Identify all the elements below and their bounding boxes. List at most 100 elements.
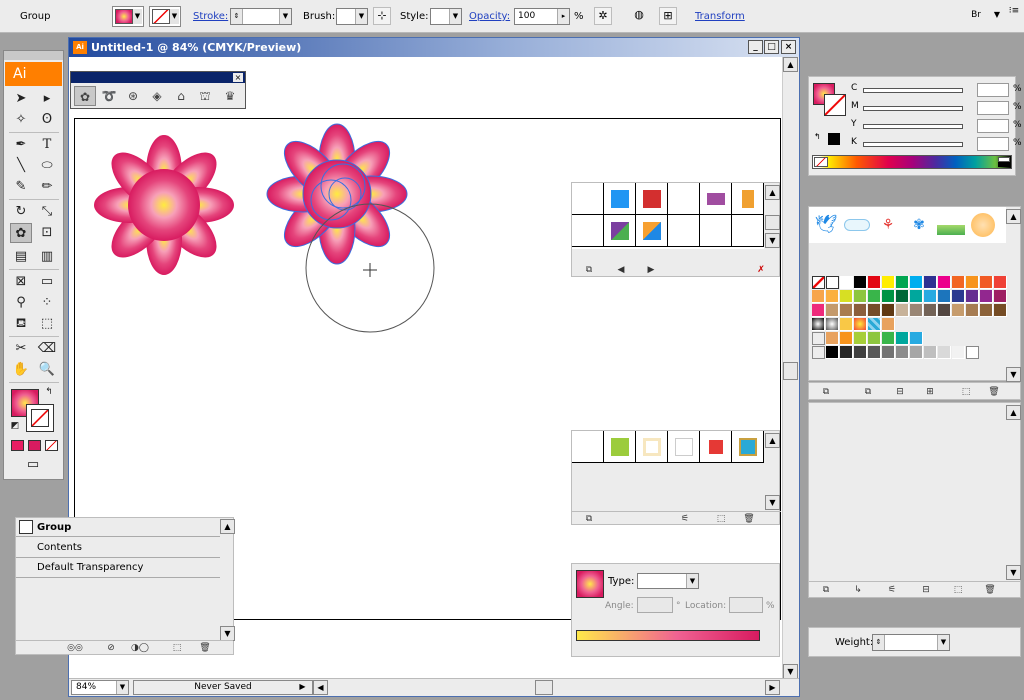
horizontal-scroll-thumb[interactable]	[535, 680, 553, 695]
zoom-field[interactable]: 84% ▼	[71, 680, 129, 695]
black-swatch[interactable]	[998, 162, 1010, 167]
swatch[interactable]	[966, 304, 979, 317]
appearance-header[interactable]: Group	[16, 518, 220, 537]
swatch[interactable]	[896, 332, 909, 345]
tools-title-bar[interactable]	[4, 51, 63, 60]
angle-field[interactable]	[637, 597, 673, 613]
swatch[interactable]	[826, 290, 839, 303]
scroll-right-icon[interactable]: ▶	[765, 680, 780, 695]
swatch[interactable]	[952, 290, 965, 303]
swatch[interactable]	[910, 304, 923, 317]
chevron-right-icon[interactable]: ▸	[557, 9, 569, 24]
swatch[interactable]	[924, 276, 937, 289]
ellipse-tool-icon[interactable]: ⬭	[36, 156, 58, 176]
bird-symbol-icon[interactable]: 🕊	[813, 213, 839, 237]
swatch[interactable]	[854, 304, 867, 317]
screen-mode-icon[interactable]: ▭	[22, 455, 44, 475]
style-cell[interactable]	[668, 431, 700, 463]
scroll-thumb[interactable]	[765, 215, 780, 230]
graph-tool-icon[interactable]: ▥	[36, 247, 58, 267]
duplicate-item-icon[interactable]: ⬚	[168, 641, 186, 655]
new-symbol-icon[interactable]: ⬚	[949, 583, 967, 597]
transform-link[interactable]: Transform	[695, 11, 745, 22]
scroll-left-icon[interactable]: ◀	[313, 680, 328, 695]
direct-selection-tool-icon[interactable]: ▸	[36, 89, 58, 109]
pattern-swatch[interactable]	[868, 318, 881, 331]
style-cell[interactable]	[668, 215, 700, 247]
swatch[interactable]	[910, 346, 923, 359]
trash-icon[interactable]: 🗑	[196, 641, 214, 655]
swatch[interactable]	[938, 276, 951, 289]
paintbrush-tool-icon[interactable]: ✎	[10, 177, 32, 197]
symbol-styler-icon[interactable]: ♛	[219, 86, 241, 106]
gradient-slider[interactable]	[576, 630, 760, 641]
swatch[interactable]	[868, 346, 881, 359]
magic-wand-tool-icon[interactable]: ✧	[10, 110, 32, 130]
scroll-up-icon[interactable]: ▲	[1006, 209, 1021, 224]
swatch[interactable]	[826, 346, 839, 359]
symbol-sizer-icon[interactable]: ◈	[146, 86, 168, 106]
swatch[interactable]	[952, 346, 965, 359]
swatch[interactable]	[994, 304, 1007, 317]
swatch[interactable]	[882, 346, 895, 359]
none-swatch[interactable]	[814, 157, 828, 167]
gradient-mode-icon[interactable]	[28, 440, 41, 451]
scroll-up-icon[interactable]: ▲	[1006, 405, 1021, 420]
style-cell[interactable]	[732, 431, 764, 463]
swatch[interactable]	[840, 304, 853, 317]
swatch[interactable]	[882, 276, 895, 289]
scroll-up-icon[interactable]: ▲	[765, 185, 780, 200]
swatch[interactable]	[868, 290, 881, 303]
align-icon[interactable]: ⊞	[659, 7, 677, 25]
swatch[interactable]	[952, 276, 965, 289]
swatch[interactable]	[924, 304, 937, 317]
style-cell[interactable]	[636, 431, 668, 463]
minimize-button[interactable]: _	[748, 40, 763, 54]
live-paint-bucket-icon[interactable]: ⛾	[10, 314, 32, 334]
stroke-color-box[interactable]	[824, 94, 846, 116]
symbol-sprayer-alt-icon[interactable]: ▤	[10, 247, 32, 267]
swatch[interactable]	[910, 332, 923, 345]
channel-value-field[interactable]	[977, 137, 1009, 151]
line-tool-icon[interactable]: ╲	[10, 156, 32, 176]
gradient-swatch[interactable]	[826, 318, 839, 331]
gradient-swatch[interactable]	[812, 318, 825, 331]
close-icon[interactable]: ×	[233, 73, 243, 82]
trash-icon[interactable]: 🗑	[740, 512, 758, 526]
style-cell[interactable]	[636, 183, 668, 215]
stroke-color-box[interactable]	[26, 404, 54, 432]
swatch[interactable]	[882, 332, 895, 345]
swatch[interactable]	[882, 290, 895, 303]
appearance-row[interactable]: Contents	[16, 538, 220, 558]
swap-colors-icon[interactable]: ↰	[42, 385, 56, 399]
library-menu-icon[interactable]: ⧉	[817, 583, 835, 597]
pencil-tool-icon[interactable]: ✏	[36, 177, 58, 197]
scroll-thumb[interactable]	[783, 362, 798, 380]
style-cell[interactable]	[700, 431, 732, 463]
reduce-appearance-icon[interactable]: ◑◯	[128, 641, 152, 655]
gradient-tool-icon[interactable]: ▭	[36, 272, 58, 292]
break-link-icon[interactable]: ⚟	[676, 512, 694, 526]
swatch[interactable]	[840, 346, 853, 359]
none-mode-icon[interactable]	[45, 440, 58, 451]
new-style-icon[interactable]: ⬚	[712, 512, 730, 526]
swatch[interactable]	[994, 276, 1007, 289]
default-colors-icon[interactable]: ◩	[8, 419, 22, 433]
pen-tool-icon[interactable]: ✒	[10, 135, 32, 155]
new-group-icon[interactable]: ⊞	[921, 385, 939, 399]
puppet-icon[interactable]: ✲	[594, 7, 612, 25]
blue-flower-symbol-icon[interactable]: ✾	[906, 213, 932, 237]
place-symbol-icon[interactable]: ↳	[849, 583, 867, 597]
stroke-swatch-button[interactable]: ▼	[149, 6, 181, 27]
none-swatch[interactable]	[812, 276, 825, 289]
document-title-bar[interactable]: Ai Untitled-1 @ 84% (CMYK/Preview) _ □ ×	[69, 38, 799, 57]
swatch[interactable]	[840, 332, 853, 345]
out-of-gamut-icon[interactable]: ↰	[814, 132, 822, 142]
maximize-button[interactable]: □	[764, 40, 779, 54]
scroll-up-icon[interactable]: ▲	[765, 433, 780, 448]
swatch[interactable]	[966, 276, 979, 289]
swatch[interactable]	[812, 290, 825, 303]
symbol-options-icon[interactable]: ⊟	[917, 583, 935, 597]
symbol-spinner-icon[interactable]: ⌂	[170, 86, 192, 106]
swatch[interactable]	[854, 332, 867, 345]
